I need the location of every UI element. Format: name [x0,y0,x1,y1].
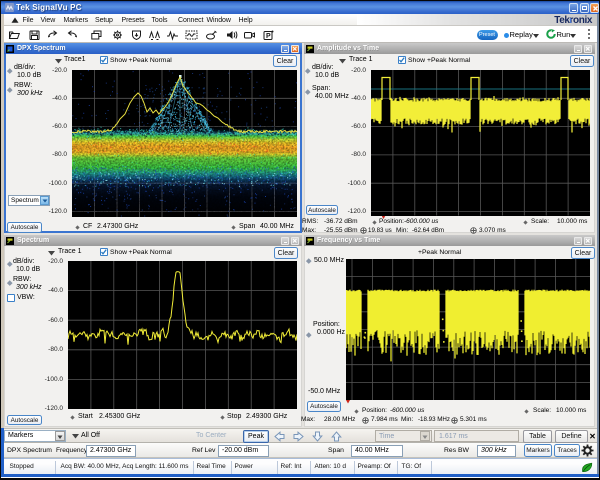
svg-text:P: P [266,33,271,40]
